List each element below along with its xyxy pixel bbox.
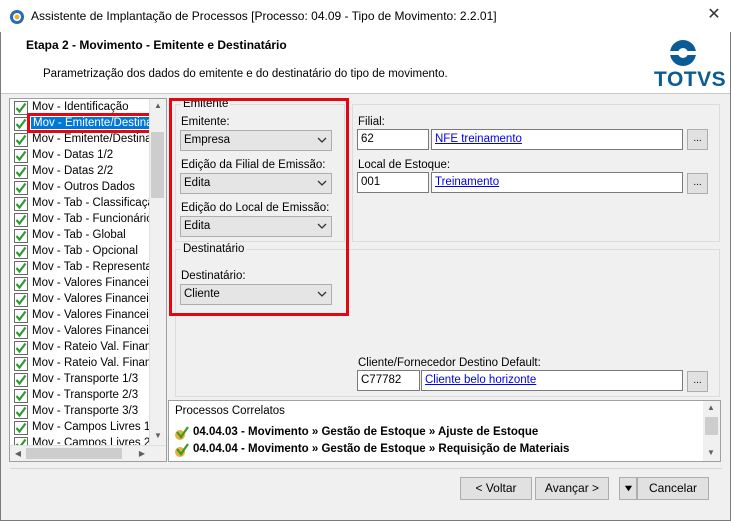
tree-item-label: Mov - Identificação (32, 101, 129, 113)
filial-browse-button[interactable]: ... (687, 129, 708, 150)
caret-down-icon (624, 485, 632, 492)
next-button[interactable]: Avançar > (535, 477, 609, 500)
tree-item-label: Mov - Valores Financeiro (32, 325, 149, 337)
checked-icon (14, 197, 28, 211)
checked-icon (14, 165, 28, 179)
tree-item-label: Mov - Rateio Val. Financ (32, 341, 149, 353)
checked-icon (14, 405, 28, 419)
correlated-process-text: 04.04.03 - Movimento » Gestão de Estoque… (193, 426, 539, 438)
checked-icon (14, 213, 28, 227)
tree-item-label: Mov - Outros Dados (32, 181, 135, 193)
emitente-highlight-box (169, 98, 349, 316)
cliente-name-field[interactable]: Cliente belo horizonte (421, 370, 683, 391)
scroll-down-icon[interactable]: ▼ (150, 431, 166, 440)
scroll-up-icon[interactable]: ▲ (150, 101, 166, 110)
step-description: Parametrização dos dados do emitente e d… (43, 68, 448, 80)
process-check-icon (175, 426, 189, 440)
tree-item-label: Mov - Tab - Opcional (32, 245, 138, 257)
tree-item-label: Mov - Datas 1/2 (32, 149, 114, 161)
tree-item-label: Mov - Tab - Classificaçã (32, 197, 149, 209)
checked-icon (14, 325, 28, 339)
tree-item-label: Mov - Datas 2/2 (32, 165, 114, 177)
checked-icon (14, 421, 28, 435)
local-estoque-code: 001 (361, 176, 381, 188)
filial-label: Filial: (358, 116, 385, 128)
checked-icon (14, 261, 28, 275)
close-icon[interactable]: ✕ (700, 4, 728, 26)
cliente-code-field[interactable]: C77782 (357, 370, 420, 391)
cliente-default-label: Cliente/Fornecedor Destino Default: (358, 357, 541, 369)
local-estoque-label: Local de Estoque: (358, 159, 451, 171)
tree-item-label: Mov - Tab - Representan (32, 261, 149, 273)
checked-icon (14, 149, 28, 163)
tree-item-label: Mov - Valores Financeiro (32, 293, 149, 305)
checked-icon (14, 373, 28, 387)
checked-icon (14, 229, 28, 243)
tree-item-label: Mov - Campos Livres 2/2 (32, 437, 149, 445)
tree-horizontal-thumb[interactable] (26, 448, 122, 459)
window-title: Assistente de Implantação de Processos [… (31, 9, 497, 23)
step-title: Etapa 2 - Movimento - Emitente e Destina… (26, 38, 287, 52)
scroll-down-icon[interactable]: ▼ (703, 448, 719, 457)
tree-item-label: Mov - Tab - Funcionário (32, 213, 149, 225)
selection-highlight-box (27, 113, 153, 133)
checked-icon (14, 181, 28, 195)
checked-icon (14, 293, 28, 307)
checked-icon (14, 309, 28, 323)
back-button[interactable]: < Voltar (460, 477, 532, 500)
local-estoque-browse-button[interactable]: ... (687, 173, 708, 194)
scroll-right-icon[interactable]: ▶ (134, 449, 150, 458)
cliente-code: C77782 (361, 374, 402, 386)
local-estoque-name-field[interactable]: Treinamento (431, 172, 683, 193)
totvs-logo-text: TOTVS (654, 68, 727, 91)
filial-name-field[interactable]: NFE treinamento (431, 129, 683, 150)
tree-item-label: Mov - Emitente/Destinat (32, 133, 149, 145)
cliente-name-link[interactable]: Cliente belo horizonte (425, 374, 536, 386)
checked-icon (14, 117, 28, 131)
process-check-icon (175, 443, 189, 457)
tree-item-label: Mov - Transporte 3/3 (32, 405, 139, 417)
local-estoque-name-link[interactable]: Treinamento (435, 176, 499, 188)
tree-item-label: Mov - Tab - Global (32, 229, 126, 241)
footer-separator (10, 468, 722, 469)
checked-icon (14, 341, 28, 355)
filial-code-field[interactable]: 62 (357, 129, 429, 150)
checked-icon (14, 437, 28, 445)
scroll-up-icon[interactable]: ▲ (703, 403, 719, 412)
correlated-processes-title: Processos Correlatos (175, 405, 285, 417)
checked-icon (14, 133, 28, 147)
tree-item-label: Mov - Transporte 1/3 (32, 373, 139, 385)
checked-icon (14, 277, 28, 291)
tree-item-label: Mov - Transporte 2/3 (32, 389, 139, 401)
checked-icon (14, 101, 28, 115)
tree-vertical-thumb[interactable] (151, 132, 164, 198)
cliente-browse-button[interactable]: ... (687, 371, 708, 392)
checked-icon (14, 245, 28, 259)
app-icon (10, 10, 24, 24)
tree-item-label: Mov - Valores Financeiro (32, 309, 149, 321)
tree-item-label: Mov - Valores Financeiro (32, 277, 149, 289)
dropdown-button[interactable] (619, 477, 637, 500)
totvs-logo-icon (670, 40, 696, 66)
tree-item-label: Mov - Campos Livres 1/2 (32, 421, 149, 433)
correlated-process-text: 04.04.04 - Movimento » Gestão de Estoque… (193, 443, 570, 455)
correlated-vertical-thumb[interactable] (705, 417, 718, 435)
tree-item-label: Mov - Rateio Val. Financ (32, 357, 149, 369)
scroll-left-icon[interactable]: ◀ (10, 449, 26, 458)
cancel-button[interactable]: Cancelar (637, 477, 709, 500)
checked-icon (14, 389, 28, 403)
filial-name-link[interactable]: NFE treinamento (435, 133, 522, 145)
local-estoque-code-field[interactable]: 001 (357, 172, 429, 193)
checked-icon (14, 357, 28, 371)
filial-code: 62 (361, 133, 374, 145)
